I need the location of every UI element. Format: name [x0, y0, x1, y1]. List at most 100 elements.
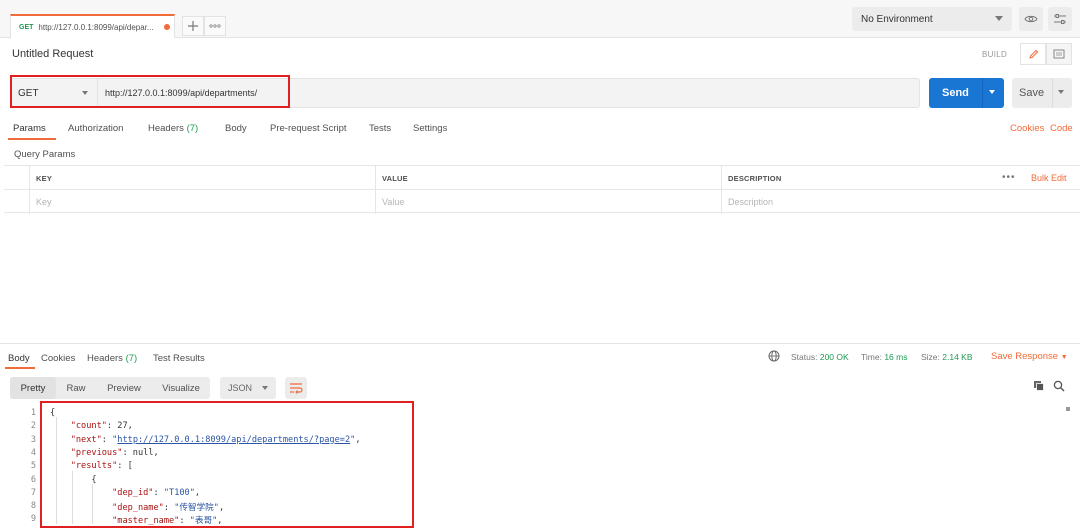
size-value: 2.14 KB [942, 352, 973, 362]
wrap-lines-icon [290, 383, 303, 394]
manage-environments-button[interactable] [1048, 7, 1072, 31]
tab-settings[interactable]: Settings [413, 123, 447, 134]
description-input[interactable]: Description [722, 190, 1080, 214]
chevron-down-icon[interactable] [1058, 90, 1064, 94]
key-column-header: KEY [30, 166, 376, 190]
line-number: 2 [30, 421, 36, 432]
ellipsis-icon [209, 24, 221, 28]
unsaved-dot-icon [164, 24, 170, 30]
time-info[interactable]: Time: 16 ms [861, 352, 907, 362]
copy-icon[interactable] [1033, 380, 1045, 392]
environment-label: No Environment [861, 13, 933, 25]
raw-button[interactable]: Raw [56, 377, 96, 399]
query-params-title: Query Params [14, 149, 76, 160]
response-tabs-bar: Body Cookies Headers (7) Test Results [0, 343, 1080, 371]
line-number: 6 [30, 474, 36, 485]
params-input-row: Key Value Description [4, 189, 1080, 214]
eye-icon [1024, 15, 1038, 23]
save-divider [1052, 78, 1053, 108]
highlight-box-response [40, 401, 414, 528]
status-info[interactable]: Status: 200 OK [791, 352, 849, 362]
value-input[interactable]: Value [376, 190, 722, 214]
params-header-row: KEY VALUE DESCRIPTION ••• Bulk Edit [4, 165, 1080, 190]
send-button[interactable]: Send [929, 78, 1004, 108]
scrollbar-marker[interactable] [1066, 407, 1070, 411]
tab-headers-count: (7) [186, 123, 199, 134]
pencil-icon [1028, 49, 1038, 59]
line-number: 4 [30, 447, 36, 458]
cookies-link[interactable]: Cookies [1010, 123, 1044, 134]
code-link[interactable]: Code [1050, 123, 1073, 134]
line-number: 3 [30, 434, 36, 445]
chevron-down-icon[interactable] [989, 90, 995, 94]
response-tab-body[interactable]: Body [8, 353, 30, 364]
response-tab-headers-label: Headers [87, 353, 123, 364]
wrap-lines-button[interactable] [285, 377, 307, 399]
value-column-header: VALUE [376, 166, 722, 190]
search-icon[interactable] [1053, 380, 1065, 392]
request-name[interactable]: Untitled Request [12, 48, 93, 60]
tab-params[interactable]: Params [13, 123, 46, 134]
tab-tests[interactable]: Tests [369, 123, 391, 134]
status-value: 200 OK [819, 352, 849, 362]
tab-headers-label: Headers [148, 123, 184, 134]
view-mode-group: Pretty Raw Preview Visualize [10, 377, 210, 399]
environment-select[interactable]: No Environment [852, 7, 1012, 31]
save-response-label: Save Response [991, 351, 1059, 362]
line-number: 9 [30, 514, 36, 525]
send-label: Send [942, 87, 969, 99]
line-number: 7 [30, 487, 36, 498]
active-response-tab-indicator [5, 367, 35, 369]
send-divider [982, 78, 983, 108]
tab-method: GET [19, 23, 34, 31]
active-tab-indicator [8, 138, 56, 140]
time-label: Time: [861, 352, 882, 362]
key-input[interactable]: Key [30, 190, 376, 214]
size-info[interactable]: Size: 2.14 KB [921, 352, 973, 362]
save-button[interactable]: Save [1012, 78, 1072, 108]
new-tab-button[interactable] [182, 16, 204, 36]
build-label: BUILD [982, 50, 1008, 59]
edit-request-button[interactable] [1020, 43, 1046, 65]
tab-headers[interactable]: Headers (7) [148, 123, 198, 134]
globe-icon[interactable] [768, 350, 780, 362]
response-tab-headers[interactable]: Headers (7) [87, 353, 137, 364]
tab-prerequest-script[interactable]: Pre-request Script [270, 123, 347, 134]
comment-icon [1053, 49, 1065, 58]
preview-button[interactable]: Preview [96, 377, 152, 399]
response-tab-test-results[interactable]: Test Results [153, 353, 205, 364]
format-label: JSON [228, 383, 253, 393]
format-select[interactable]: JSON [220, 377, 276, 399]
more-options-icon[interactable]: ••• [1002, 172, 1016, 183]
tab-url: http://127.0.0.1:8099/api/depar... [38, 22, 154, 32]
bulk-edit-link[interactable]: Bulk Edit [1031, 173, 1067, 183]
environment-quick-look-button[interactable] [1019, 7, 1043, 31]
save-response-button[interactable]: Save Response ▼ [991, 351, 1068, 362]
line-number: 1 [30, 408, 36, 418]
status-label: Status: [791, 352, 818, 362]
row-checkbox-cell [4, 190, 30, 214]
request-tab[interactable]: GET http://127.0.0.1:8099/api/depar... [10, 14, 175, 38]
chevron-down-icon [995, 16, 1003, 21]
checkbox-column-header [4, 166, 30, 190]
time-value: 16 ms [884, 352, 908, 362]
tab-body[interactable]: Body [225, 123, 247, 134]
params-table: KEY VALUE DESCRIPTION ••• Bulk Edit Key … [4, 165, 1080, 214]
line-number: 8 [30, 501, 36, 512]
line-number: 5 [30, 461, 36, 472]
response-tab-headers-count: (7) [125, 353, 138, 364]
comments-button[interactable] [1046, 43, 1072, 65]
sliders-icon [1054, 14, 1066, 24]
tab-authorization[interactable]: Authorization [68, 123, 123, 134]
plus-icon [188, 21, 198, 31]
chevron-down-icon: ▼ [1060, 354, 1068, 361]
size-label: Size: [921, 352, 940, 362]
save-label: Save [1019, 87, 1045, 99]
chevron-down-icon [262, 386, 268, 390]
tab-strip: GET http://127.0.0.1:8099/api/depar... N… [0, 0, 1080, 38]
pretty-button[interactable]: Pretty [10, 377, 56, 399]
response-tab-cookies[interactable]: Cookies [41, 353, 75, 364]
tab-options-button[interactable] [204, 16, 226, 36]
visualize-button[interactable]: Visualize [152, 377, 210, 399]
highlight-box-url [10, 75, 290, 108]
